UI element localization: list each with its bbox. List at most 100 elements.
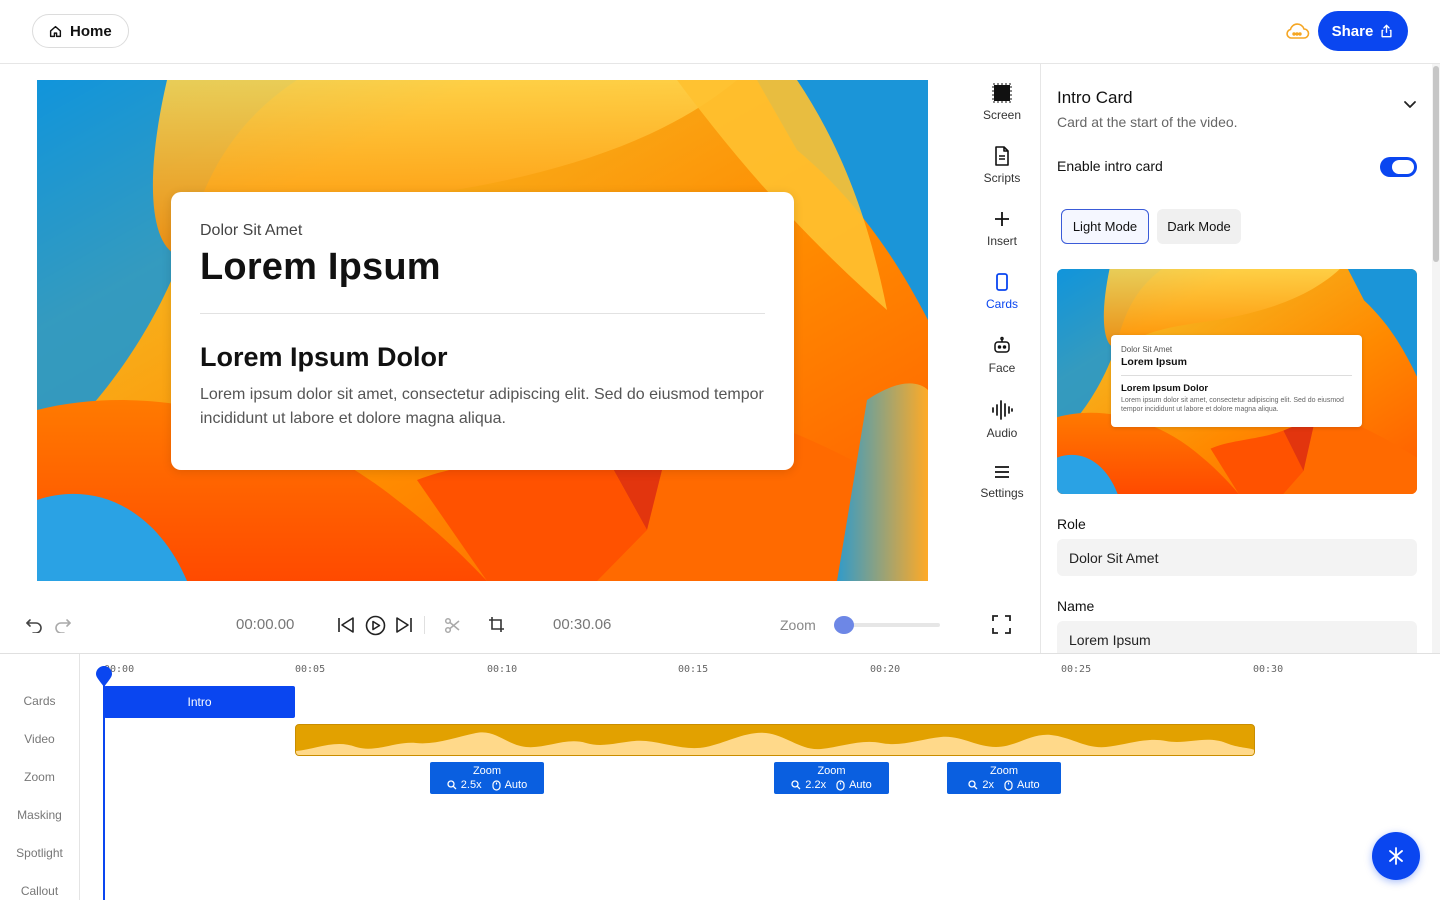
enable-intro-toggle[interactable] — [1380, 157, 1417, 177]
top-bar: Home Share — [0, 0, 1440, 64]
track-label-cards: Cards — [23, 694, 56, 708]
chevron-down-icon[interactable] — [1403, 100, 1417, 110]
card-name: Lorem Ipsum — [200, 246, 441, 288]
name-input[interactable]: Lorem Ipsum — [1057, 621, 1417, 653]
zoom-clip-1[interactable]: Zoom 2.5x Auto — [430, 762, 544, 794]
current-time: 00:00.00 — [236, 616, 295, 633]
card-role: Dolor Sit Amet — [200, 222, 303, 239]
sparkle-icon — [1386, 846, 1406, 866]
timeline[interactable]: Cards Video Zoom Masking Spotlight Callo… — [0, 653, 1440, 900]
tool-label: Settings — [980, 486, 1024, 500]
tool-label: Scripts — [983, 171, 1021, 185]
zoom-clip-mode: Auto — [849, 779, 872, 791]
tool-settings[interactable]: Settings — [972, 463, 1032, 500]
thumbnail-card-heading: Lorem Ipsum Dolor — [1121, 383, 1209, 394]
mouse-icon — [1004, 779, 1013, 791]
track-label-masking: Masking — [17, 808, 62, 822]
track-label-callout: Callout — [20, 884, 59, 898]
video-preview[interactable]: Dolor Sit Amet Lorem Ipsum Lorem Ipsum D… — [37, 80, 928, 581]
name-label: Name — [1057, 598, 1095, 614]
plus-icon — [992, 209, 1012, 229]
robot-icon — [992, 336, 1012, 356]
zoom-clip-scale: 2.2x — [805, 779, 827, 791]
intro-card-preview: Dolor Sit Amet Lorem Ipsum Lorem Ipsum D… — [171, 192, 794, 470]
card-body: Lorem ipsum dolor sit amet, consectetur … — [200, 386, 764, 427]
track-labels: Cards Video Zoom Masking Spotlight Callo… — [0, 654, 80, 900]
zoom-clip-scale: 2x — [982, 779, 994, 791]
scissors-icon[interactable] — [444, 617, 461, 634]
tool-label: Cards — [985, 297, 1018, 311]
zoom-label: Zoom — [780, 617, 816, 633]
video-clip[interactable] — [295, 724, 1255, 756]
magnifier-icon — [968, 780, 978, 790]
role-label: Role — [1057, 516, 1086, 532]
zoom-clip-title: Zoom — [817, 765, 846, 777]
home-icon — [49, 25, 62, 38]
magnifier-icon — [447, 780, 457, 790]
thumbnail-card-name: Lorem Ipsum — [1121, 356, 1187, 368]
fullscreen-icon[interactable] — [992, 615, 1011, 634]
tool-screen[interactable]: Screen — [972, 83, 1032, 122]
intro-card-panel: Intro Card Card at the start of the vide… — [1040, 64, 1440, 653]
total-time: 00:30.06 — [553, 616, 612, 633]
intro-card-clip[interactable]: Intro — [104, 686, 295, 718]
time-tick: 00:30 — [1253, 664, 1284, 675]
menu-icon — [993, 463, 1011, 481]
cloud-sync-icon[interactable] — [1284, 20, 1310, 42]
panel-scrollbar-thumb[interactable] — [1433, 66, 1439, 262]
share-icon — [1379, 23, 1394, 39]
dark-mode-button[interactable]: Dark Mode — [1157, 209, 1241, 244]
track-label-spotlight: Spotlight — [16, 846, 63, 860]
thumbnail-card-role: Dolor Sit Amet — [1121, 345, 1173, 354]
zoom-clip-3[interactable]: Zoom 2x Auto — [947, 762, 1061, 794]
redo-icon[interactable] — [54, 617, 72, 633]
tool-audio[interactable]: Audio — [972, 399, 1032, 440]
time-tick: 00:10 — [487, 664, 518, 675]
track-label-zoom: Zoom — [24, 770, 55, 784]
share-label: Share — [1331, 22, 1374, 40]
assistant-button[interactable] — [1372, 832, 1420, 880]
tool-label: Audio — [986, 426, 1018, 440]
card-icon — [992, 272, 1012, 292]
tool-label: Face — [988, 361, 1016, 375]
document-icon — [993, 146, 1011, 166]
screen-icon — [992, 83, 1012, 103]
audio-waveform — [296, 732, 1254, 755]
card-heading: Lorem Ipsum Dolor — [200, 342, 448, 372]
skip-back-icon[interactable] — [337, 616, 355, 634]
crop-icon[interactable] — [488, 616, 505, 633]
tool-face[interactable]: Face — [972, 336, 1032, 375]
playhead-handle[interactable] — [95, 666, 113, 688]
track-label-video: Video — [24, 732, 55, 746]
tool-insert[interactable]: Insert — [972, 209, 1032, 248]
mouse-icon — [491, 779, 501, 791]
zoom-slider-handle[interactable] — [834, 616, 855, 634]
time-tick: 00:15 — [678, 664, 709, 675]
zoom-clip-mode: Auto — [1016, 779, 1040, 791]
tool-scripts[interactable]: Scripts — [972, 146, 1032, 185]
magnifier-icon — [791, 780, 801, 790]
controls-divider — [424, 616, 425, 634]
time-tick: 00:25 — [1061, 664, 1092, 675]
zoom-clip-mode: Auto — [504, 779, 528, 791]
skip-forward-icon[interactable] — [395, 616, 413, 634]
role-input[interactable]: Dolor Sit Amet — [1057, 539, 1417, 576]
zoom-clip-title: Zoom — [989, 765, 1019, 777]
light-mode-button[interactable]: Light Mode — [1061, 209, 1149, 244]
card-thumbnail: Dolor Sit Amet Lorem Ipsum Lorem Ipsum D… — [1057, 269, 1417, 494]
home-label: Home — [70, 22, 112, 40]
tool-cards[interactable]: Cards — [972, 272, 1032, 311]
thumbnail-card-body: Lorem ipsum dolor sit amet, consectetur … — [1121, 397, 1344, 413]
playhead-line[interactable] — [103, 666, 105, 900]
time-tick: 00:20 — [870, 664, 901, 675]
tool-label: Insert — [986, 234, 1017, 248]
play-icon[interactable] — [365, 615, 386, 636]
zoom-clip-2[interactable]: Zoom 2.2x Auto — [774, 762, 889, 794]
home-button[interactable]: Home — [32, 14, 129, 48]
undo-icon[interactable] — [25, 617, 43, 633]
thumbnail-card: Dolor Sit Amet Lorem Ipsum Lorem Ipsum D… — [1111, 335, 1362, 427]
tool-label: Screen — [982, 108, 1022, 122]
share-button[interactable]: Share — [1318, 11, 1408, 51]
thumbnail-card-divider — [1121, 375, 1352, 376]
zoom-clip-scale: 2.5x — [460, 779, 482, 791]
